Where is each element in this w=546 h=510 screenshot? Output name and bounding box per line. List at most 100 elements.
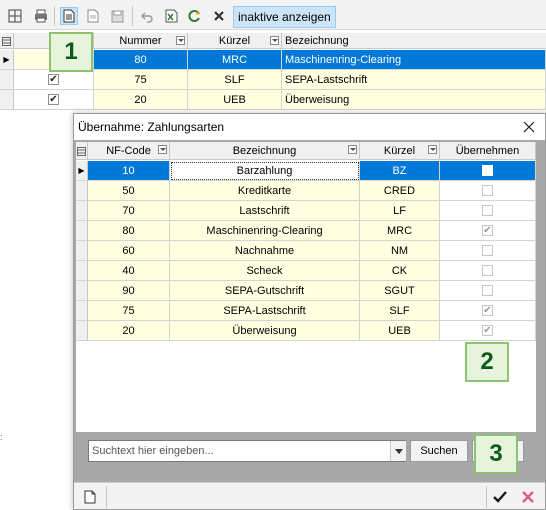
save-icon[interactable] <box>108 7 126 25</box>
filter-icon[interactable] <box>158 145 167 154</box>
uebernehmen-checkbox[interactable] <box>482 165 493 176</box>
nf-code-cell[interactable]: 50 <box>88 181 170 201</box>
grid-expand-icon[interactable] <box>6 7 24 25</box>
table-row[interactable]: ▶ 10 Barzahlung BZ <box>76 161 536 181</box>
bezeichnung-cell[interactable]: Scheck <box>170 261 360 281</box>
bezeichnung-cell[interactable]: Lastschrift <box>170 201 360 221</box>
uebernehmen-cell[interactable]: ✔ <box>440 301 536 321</box>
nf-code-cell[interactable]: 20 <box>88 321 170 341</box>
column-header-nf-code[interactable]: NF-Code <box>88 142 170 160</box>
uebernehmen-cell[interactable] <box>440 161 536 181</box>
row-selector[interactable] <box>76 261 88 281</box>
active-checkbox[interactable]: ✔ <box>48 94 59 105</box>
new-document-icon[interactable] <box>80 487 100 507</box>
kuerzel-cell[interactable]: CK <box>360 261 440 281</box>
undo-icon[interactable] <box>138 7 156 25</box>
uebernehmen-cell[interactable]: ✔ <box>440 321 536 341</box>
column-header-uebernehmen[interactable]: Übernehmen <box>440 142 536 160</box>
search-input[interactable]: Suchtext hier eingeben... <box>88 440 406 462</box>
kuerzel-cell[interactable]: SLF <box>188 70 282 90</box>
uebernehmen-checkbox[interactable] <box>482 265 493 276</box>
bezeichnung-cell[interactable]: Überweisung <box>282 90 546 110</box>
table-row[interactable]: ✔ 75 SLF SEPA-Lastschrift <box>0 70 546 90</box>
bezeichnung-cell[interactable]: SEPA-Lastschrift <box>170 301 360 321</box>
table-row[interactable]: ✔ 20 UEB Überweisung <box>0 90 546 110</box>
uebernehmen-cell[interactable] <box>440 181 536 201</box>
uebernehmen-checkbox[interactable] <box>482 285 493 296</box>
nf-code-cell[interactable]: 60 <box>88 241 170 261</box>
bezeichnung-cell[interactable]: Maschinenring-Clearing <box>282 50 546 70</box>
refresh-icon[interactable] <box>186 7 204 25</box>
uebernehmen-cell[interactable] <box>440 201 536 221</box>
document-icon[interactable] <box>60 7 78 25</box>
uebernehmen-checkbox[interactable] <box>482 185 493 196</box>
column-header-bezeichnung[interactable]: Bezeichnung <box>170 142 360 160</box>
table-row[interactable]: 60 Nachnahme NM <box>76 241 536 261</box>
bezeichnung-cell[interactable]: Maschinenring-Clearing <box>170 221 360 241</box>
column-header-nummer[interactable]: Nummer <box>94 33 188 49</box>
uebernehmen-checkbox[interactable]: ✔ <box>482 325 493 336</box>
nummer-cell[interactable]: 20 <box>94 90 188 110</box>
table-row[interactable]: 70 Lastschrift LF <box>76 201 536 221</box>
kuerzel-cell[interactable]: MRC <box>360 221 440 241</box>
close-icon[interactable] <box>521 119 537 135</box>
filter-icon[interactable] <box>348 145 357 154</box>
delete-icon[interactable] <box>210 7 228 25</box>
cancel-x-icon[interactable] <box>518 487 538 507</box>
nf-code-cell[interactable]: 75 <box>88 301 170 321</box>
nf-code-cell[interactable]: 80 <box>88 221 170 241</box>
uebernehmen-checkbox[interactable] <box>482 245 493 256</box>
column-header-kuerzel[interactable]: Kürzel <box>188 33 282 49</box>
kuerzel-cell[interactable]: CRED <box>360 181 440 201</box>
uebernehmen-checkbox[interactable]: ✔ <box>482 305 493 316</box>
nummer-cell[interactable]: 80 <box>94 50 188 70</box>
active-cell[interactable]: ✔ <box>14 70 94 90</box>
filter-icon[interactable] <box>428 145 437 154</box>
nf-code-cell[interactable]: 90 <box>88 281 170 301</box>
row-selector[interactable] <box>76 181 88 201</box>
table-row[interactable]: 40 Scheck CK <box>76 261 536 281</box>
kuerzel-cell[interactable]: UEB <box>188 90 282 110</box>
column-header-kuerzel[interactable]: Kürzel <box>360 142 440 160</box>
row-selector[interactable] <box>76 241 88 261</box>
nf-code-cell[interactable]: 10 <box>88 161 170 181</box>
confirm-check-icon[interactable] <box>490 487 510 507</box>
kuerzel-cell[interactable]: LF <box>360 201 440 221</box>
uebernehmen-cell[interactable] <box>440 241 536 261</box>
inactive-toggle-button[interactable]: inaktive anzeigen <box>233 6 336 28</box>
table-row[interactable]: 50 Kreditkarte CRED <box>76 181 536 201</box>
active-checkbox[interactable]: ✔ <box>48 74 59 85</box>
table-row[interactable]: 90 SEPA-Gutschrift SGUT <box>76 281 536 301</box>
uebernehmen-cell[interactable] <box>440 281 536 301</box>
nf-code-cell[interactable]: 70 <box>88 201 170 221</box>
row-selector[interactable] <box>0 90 14 110</box>
row-selector[interactable] <box>76 321 88 341</box>
row-selector[interactable] <box>76 281 88 301</box>
chevron-down-icon[interactable] <box>390 441 406 461</box>
kuerzel-cell[interactable]: MRC <box>188 50 282 70</box>
bezeichnung-cell[interactable]: Kreditkarte <box>170 181 360 201</box>
row-selector[interactable] <box>0 70 14 90</box>
uebernehmen-cell[interactable] <box>440 261 536 281</box>
kuerzel-cell[interactable]: BZ <box>360 161 440 181</box>
bezeichnung-cell[interactable]: Überweisung <box>170 321 360 341</box>
bezeichnung-cell[interactable]: SEPA-Lastschrift <box>282 70 546 90</box>
column-header-bezeichnung[interactable]: Bezeichnung <box>282 33 546 49</box>
nummer-cell[interactable]: 75 <box>94 70 188 90</box>
table-row[interactable]: 80 Maschinenring-Clearing MRC ✔ <box>76 221 536 241</box>
uebernehmen-checkbox[interactable] <box>482 205 493 216</box>
row-selector[interactable] <box>76 301 88 321</box>
table-row[interactable]: 75 SEPA-Lastschrift SLF ✔ <box>76 301 536 321</box>
uebernehmen-checkbox[interactable]: ✔ <box>482 225 493 236</box>
kuerzel-cell[interactable]: UEB <box>360 321 440 341</box>
table-row[interactable]: 20 Überweisung UEB ✔ <box>76 321 536 341</box>
kuerzel-cell[interactable]: SLF <box>360 301 440 321</box>
nf-code-cell[interactable]: 40 <box>88 261 170 281</box>
row-selector[interactable] <box>76 221 88 241</box>
row-selector[interactable] <box>76 201 88 221</box>
excel-export-icon[interactable] <box>162 7 180 25</box>
filter-icon[interactable] <box>270 36 279 45</box>
bezeichnung-cell[interactable]: Barzahlung <box>170 161 360 181</box>
bezeichnung-cell[interactable]: Nachnahme <box>170 241 360 261</box>
document-blank-icon[interactable] <box>84 7 102 25</box>
